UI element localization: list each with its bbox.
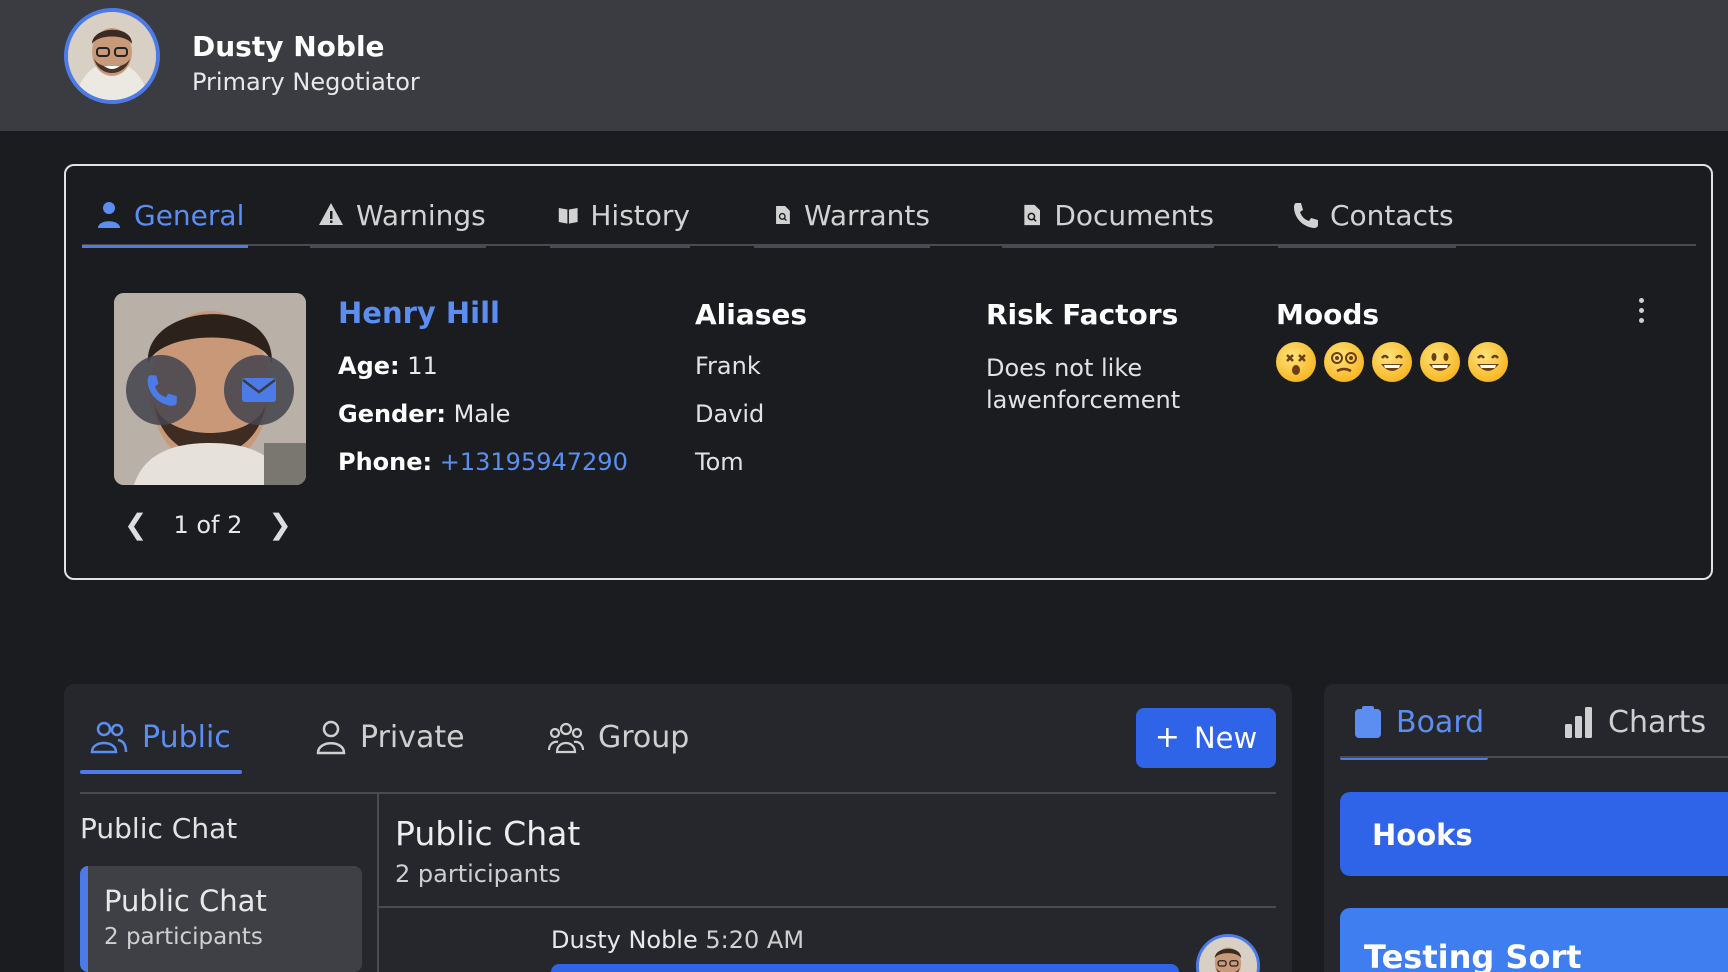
dizzy-face-icon <box>1324 342 1364 382</box>
chat-list-item-sub: 2 participants <box>104 924 263 950</box>
astonished-face-icon <box>1276 342 1316 382</box>
subject-phone: Phone: +13195947290 <box>338 448 628 476</box>
tab-public-label: Public <box>142 719 231 755</box>
risk-factors-heading: Risk Factors <box>986 298 1179 331</box>
tab-documents-label: Documents <box>1054 198 1214 232</box>
chat-list-item[interactable]: Public Chat 2 participants <box>80 866 362 972</box>
tab-contacts[interactable]: Contacts <box>1278 184 1456 248</box>
message-meta: Dusty Noble 5:20 AM <box>551 926 804 954</box>
plus-icon: + <box>1154 720 1180 755</box>
new-chat-button[interactable]: + New <box>1136 708 1276 768</box>
moods-heading: Moods <box>1276 298 1380 331</box>
book-icon <box>558 207 578 224</box>
tab-group-label: Group <box>598 719 690 755</box>
gender-value: Male <box>453 400 511 428</box>
subject-photo <box>114 293 306 485</box>
message-time: 5:20 AM <box>705 926 805 954</box>
board-card-testing-sort[interactable]: Testing Sort <box>1340 908 1728 972</box>
tab-contacts-label: Contacts <box>1330 198 1454 232</box>
chevron-right-icon[interactable]: ❯ <box>268 508 291 541</box>
new-chat-label: New <box>1193 721 1258 755</box>
user-name: Dusty Noble <box>192 30 385 63</box>
phone-icon <box>147 375 177 406</box>
age-value: 11 <box>407 352 438 380</box>
document-search-icon <box>776 206 790 224</box>
tab-history[interactable]: History <box>550 184 690 248</box>
chat-list-title: Public Chat <box>80 812 238 845</box>
phone-icon <box>1294 203 1318 228</box>
tab-documents[interactable]: Documents <box>1002 184 1214 248</box>
user-icon <box>316 720 346 755</box>
chevron-left-icon[interactable]: ❮ <box>124 508 147 541</box>
alias-item: Tom <box>695 448 744 476</box>
warning-icon <box>319 203 343 225</box>
risk-factors-text: Does not like lawenforcement <box>986 354 1181 414</box>
tab-warnings[interactable]: Warnings <box>310 184 486 248</box>
alias-item: Frank <box>695 352 761 380</box>
envelope-icon <box>242 378 276 402</box>
group-icon <box>548 722 584 754</box>
tab-general[interactable]: General <box>82 184 248 248</box>
more-options-icon[interactable] <box>1636 298 1646 328</box>
grinning-face-icon <box>1468 342 1508 382</box>
photo-pager: ❮ 1 of 2 ❯ <box>124 508 292 541</box>
board-card-title: Hooks <box>1372 818 1473 852</box>
message-bubble <box>551 964 1179 972</box>
tab-private[interactable]: Private <box>316 702 465 772</box>
document-search-icon <box>1024 204 1040 226</box>
bar-chart-icon <box>1565 707 1592 738</box>
phone-link[interactable]: +13195947290 <box>440 448 628 476</box>
tab-public[interactable]: Public <box>80 702 242 774</box>
tab-board[interactable]: Board <box>1340 690 1488 760</box>
mood-list <box>1276 342 1508 382</box>
email-subject-button[interactable] <box>224 355 294 425</box>
clipboard-icon <box>1355 706 1381 738</box>
divider <box>377 794 379 972</box>
pager-text: 1 of 2 <box>173 510 243 539</box>
divider <box>1340 756 1728 758</box>
tab-warnings-label: Warnings <box>356 198 486 232</box>
aliases-heading: Aliases <box>695 298 808 331</box>
tab-private-label: Private <box>360 719 465 755</box>
user-role: Primary Negotiator <box>192 68 420 96</box>
subject-name[interactable]: Henry Hill <box>338 296 500 330</box>
subject-gender: Gender: Male <box>338 400 510 428</box>
age-label: Age: <box>338 352 400 380</box>
chat-header-sub: 2 participants <box>395 860 561 888</box>
tab-group[interactable]: Group <box>548 702 689 772</box>
board-card-title: Testing Sort <box>1364 938 1582 972</box>
tab-warrants[interactable]: Warrants <box>754 184 930 248</box>
chat-header-title: Public Chat <box>395 814 581 853</box>
top-header <box>0 0 1728 131</box>
tab-general-label: General <box>134 198 245 232</box>
smiling-face-icon <box>1420 342 1460 382</box>
alias-item: David <box>695 400 765 428</box>
message-author: Dusty Noble <box>551 926 698 954</box>
divider <box>80 792 1276 794</box>
tab-board-label: Board <box>1396 704 1485 740</box>
grinning-face-icon <box>1372 342 1412 382</box>
divider <box>379 906 1276 908</box>
board-card-hooks[interactable]: Hooks <box>1340 792 1728 876</box>
profile-tabs: General Warnings History Warrants Docume… <box>82 184 1696 248</box>
phone-label: Phone: <box>338 448 433 476</box>
user-avatar[interactable] <box>64 8 160 104</box>
subject-age: Age: 11 <box>338 352 438 380</box>
tab-history-label: History <box>590 198 690 232</box>
gender-label: Gender: <box>338 400 446 428</box>
chat-list-item-title: Public Chat <box>104 884 267 918</box>
tab-warrants-label: Warrants <box>803 198 930 232</box>
tab-charts[interactable]: Charts <box>1564 690 1706 754</box>
person-icon <box>98 202 120 228</box>
users-icon <box>90 721 128 754</box>
call-subject-button[interactable] <box>126 355 196 425</box>
tab-charts-label: Charts <box>1608 704 1707 740</box>
